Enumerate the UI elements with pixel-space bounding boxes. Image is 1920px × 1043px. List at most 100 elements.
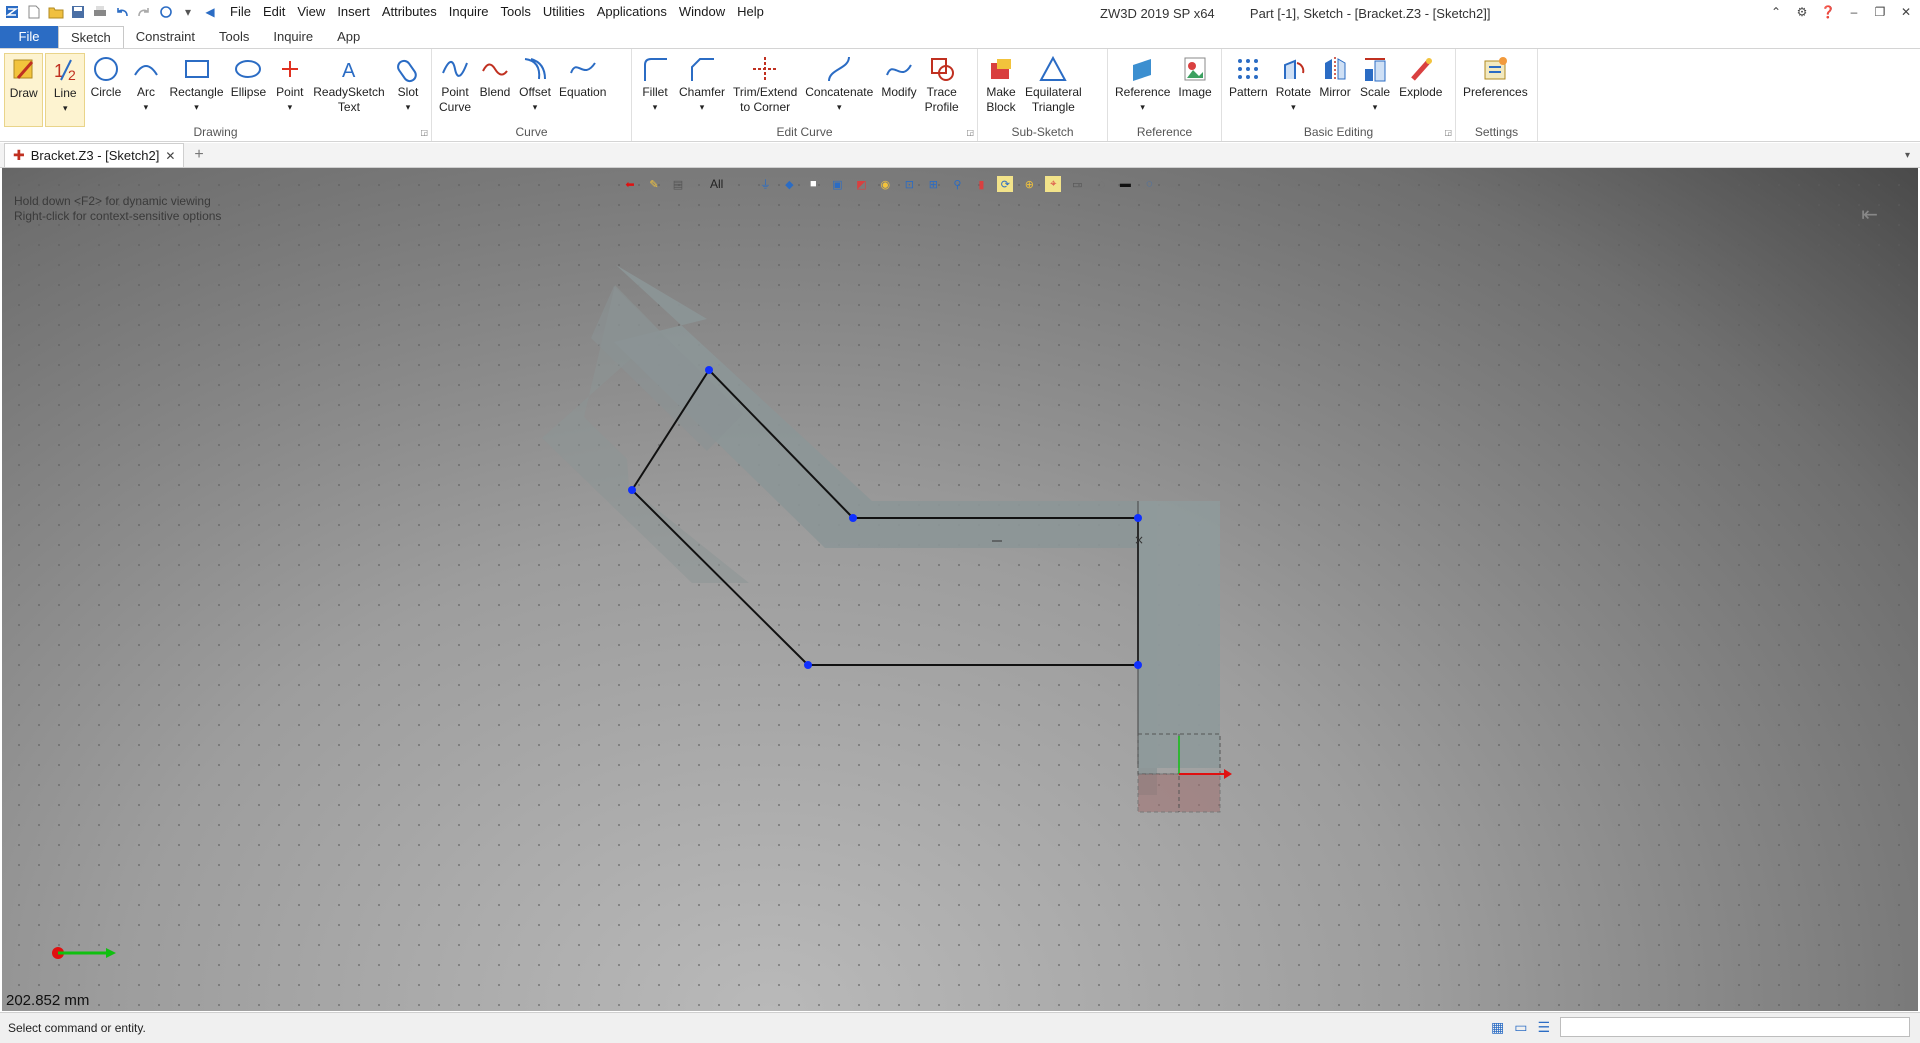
menu-attributes[interactable]: Attributes bbox=[376, 0, 443, 24]
chevron-down-icon[interactable]: ▾ bbox=[194, 100, 199, 115]
chevron-down-icon[interactable]: ▾ bbox=[288, 100, 293, 115]
tab-file[interactable]: File bbox=[0, 26, 58, 48]
redo-icon[interactable] bbox=[136, 4, 152, 20]
rectangle-button[interactable]: Rectangle ▾ bbox=[167, 53, 226, 127]
print-icon[interactable] bbox=[92, 4, 108, 20]
new-file-icon[interactable] bbox=[26, 4, 42, 20]
chevron-down-icon[interactable]: ▾ bbox=[1373, 100, 1378, 115]
point-curve-button[interactable]: Point Curve bbox=[436, 53, 474, 127]
graphics-viewport[interactable]: Hold down <F2> for dynamic viewing Right… bbox=[2, 168, 1918, 1011]
gear-icon[interactable]: ⚙ bbox=[1794, 4, 1810, 20]
chevron-down-icon[interactable]: ▾ bbox=[1291, 100, 1296, 115]
chevron-down-icon[interactable]: ▾ bbox=[180, 4, 196, 20]
layout-icon[interactable]: ▦ bbox=[1491, 1019, 1504, 1036]
arc-button[interactable]: Arc ▾ bbox=[127, 53, 165, 127]
fillet-button[interactable]: Fillet ▾ bbox=[636, 53, 674, 127]
image-button[interactable]: Image bbox=[1175, 53, 1214, 127]
make-block-button[interactable]: Make Block bbox=[982, 53, 1020, 127]
dialog-launcher-icon[interactable]: ◲ bbox=[420, 128, 428, 137]
chevron-down-icon[interactable]: ▾ bbox=[837, 100, 842, 115]
status-bar-tools: ▦ ▭ ☰ bbox=[1491, 1017, 1920, 1037]
modify-button[interactable]: Modify bbox=[878, 53, 919, 127]
command-input[interactable] bbox=[1560, 1017, 1910, 1037]
group-sub-sketch: Make Block Equilateral Triangle Sub-Sket… bbox=[978, 49, 1108, 141]
menu-tools[interactable]: Tools bbox=[495, 0, 537, 24]
chevron-down-icon[interactable]: ▾ bbox=[1140, 100, 1145, 115]
menu-view[interactable]: View bbox=[291, 0, 331, 24]
chevron-down-icon[interactable]: ▾ bbox=[406, 100, 411, 115]
ellipse-icon bbox=[232, 53, 264, 85]
tab-sketch[interactable]: Sketch bbox=[58, 26, 124, 48]
open-folder-icon[interactable] bbox=[48, 4, 64, 20]
trim-extend-button[interactable]: Trim/Extend to Corner bbox=[730, 53, 800, 127]
chevron-down-icon[interactable]: ▾ bbox=[63, 101, 68, 116]
dialog-launcher-icon[interactable]: ◲ bbox=[1444, 128, 1452, 137]
sketch-point[interactable] bbox=[1134, 661, 1142, 669]
chevron-down-icon[interactable]: ▾ bbox=[144, 100, 149, 115]
tab-tools[interactable]: Tools bbox=[207, 26, 261, 48]
undo-icon[interactable] bbox=[114, 4, 130, 20]
help-icon[interactable]: ❓ bbox=[1820, 4, 1836, 20]
menu-applications[interactable]: Applications bbox=[591, 0, 673, 24]
readysketch-text-button[interactable]: A ReadySketch Text bbox=[311, 53, 387, 127]
close-icon[interactable]: ✕ bbox=[165, 149, 175, 163]
collapse-ribbon-icon[interactable]: ⌃ bbox=[1768, 4, 1784, 20]
sketch-point[interactable] bbox=[849, 514, 857, 522]
menu-inquire[interactable]: Inquire bbox=[443, 0, 495, 24]
pattern-button[interactable]: Pattern bbox=[1226, 53, 1271, 127]
offset-button[interactable]: Offset ▾ bbox=[516, 53, 554, 127]
window-controls: ⌃ ⚙ ❓ – ❐ ✕ bbox=[1768, 0, 1914, 24]
menu-help[interactable]: Help bbox=[731, 0, 770, 24]
slot-button[interactable]: Slot ▾ bbox=[389, 53, 427, 127]
blend-button[interactable]: Blend bbox=[476, 53, 514, 127]
menu-file[interactable]: File bbox=[224, 0, 257, 24]
menu-edit[interactable]: Edit bbox=[257, 0, 291, 24]
ellipse-button[interactable]: Ellipse bbox=[228, 53, 269, 127]
equilateral-triangle-button[interactable]: Equilateral Triangle bbox=[1022, 53, 1085, 127]
document-tab-label: Bracket.Z3 - [Sketch2] bbox=[30, 148, 160, 163]
rotate-button[interactable]: Rotate ▾ bbox=[1273, 53, 1314, 127]
line-button[interactable]: 12 Line ▾ bbox=[45, 53, 85, 127]
app-logo-icon[interactable] bbox=[4, 4, 20, 20]
draw-button[interactable]: Draw bbox=[4, 53, 44, 127]
minimize-icon[interactable]: – bbox=[1846, 4, 1862, 20]
trace-profile-button[interactable]: Trace Profile bbox=[922, 53, 962, 127]
chevron-down-icon[interactable]: ▾ bbox=[700, 100, 705, 115]
chevron-down-icon[interactable]: ▾ bbox=[533, 100, 538, 115]
reference-button[interactable]: Reference ▾ bbox=[1112, 53, 1173, 127]
preferences-button[interactable]: Preferences bbox=[1460, 53, 1531, 127]
scale-button[interactable]: Scale ▾ bbox=[1356, 53, 1394, 127]
menu-insert[interactable]: Insert bbox=[331, 0, 376, 24]
tab-constraint[interactable]: Constraint bbox=[124, 26, 207, 48]
equation-button[interactable]: Equation bbox=[556, 53, 609, 127]
menu-window[interactable]: Window bbox=[673, 0, 731, 24]
tab-inquire[interactable]: Inquire bbox=[261, 26, 325, 48]
chevron-down-icon[interactable]: ▾ bbox=[1905, 150, 1910, 161]
sketch-point[interactable] bbox=[628, 486, 636, 494]
concatenate-button[interactable]: Concatenate ▾ bbox=[802, 53, 876, 127]
restore-icon[interactable]: ❐ bbox=[1872, 4, 1888, 20]
back-arrow-icon[interactable]: ◀ bbox=[202, 4, 218, 20]
regen-icon[interactable] bbox=[158, 4, 174, 20]
dialog-launcher-icon[interactable]: ◲ bbox=[966, 128, 974, 137]
tab-app[interactable]: App bbox=[325, 26, 372, 48]
monitor-icon[interactable]: ▭ bbox=[1514, 1019, 1527, 1036]
mirror-button[interactable]: Mirror bbox=[1316, 53, 1354, 127]
menu-utilities[interactable]: Utilities bbox=[537, 0, 591, 24]
list-icon[interactable]: ☰ bbox=[1537, 1019, 1550, 1036]
add-tab-icon[interactable]: + bbox=[194, 146, 203, 164]
explode-button[interactable]: Explode bbox=[1396, 53, 1445, 127]
save-icon[interactable] bbox=[70, 4, 86, 20]
point-button[interactable]: Point ▾ bbox=[271, 53, 309, 127]
document-tab-bar: ✚ Bracket.Z3 - [Sketch2] ✕ + ▾ bbox=[0, 143, 1920, 168]
sketch-point[interactable] bbox=[1134, 514, 1142, 522]
chevron-down-icon[interactable]: ▾ bbox=[653, 100, 658, 115]
offset-icon bbox=[519, 53, 551, 85]
sketch-point[interactable] bbox=[705, 366, 713, 374]
sketch-canvas[interactable]: × bbox=[2, 168, 1918, 1011]
chamfer-button[interactable]: Chamfer ▾ bbox=[676, 53, 728, 127]
close-icon[interactable]: ✕ bbox=[1898, 4, 1914, 20]
document-tab[interactable]: ✚ Bracket.Z3 - [Sketch2] ✕ bbox=[4, 143, 185, 167]
circle-button[interactable]: Circle bbox=[87, 53, 125, 127]
sketch-point[interactable] bbox=[804, 661, 812, 669]
